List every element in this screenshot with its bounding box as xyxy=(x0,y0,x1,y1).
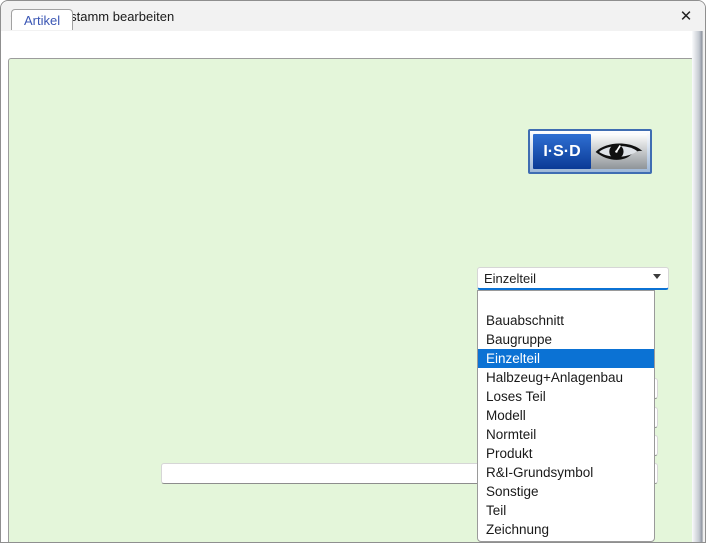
isd-eye-icon xyxy=(591,134,647,169)
dropdown-option[interactable]: Sonstige xyxy=(478,482,654,501)
teiletyp-combobox[interactable]: Einzelteil xyxy=(477,267,669,290)
isd-logo-text: I·S·D xyxy=(533,134,591,169)
dropdown-option[interactable]: Bauabschnitt xyxy=(478,311,654,330)
chevron-down-icon[interactable] xyxy=(653,274,661,279)
close-icon[interactable]: ✕ xyxy=(673,4,699,28)
teiletyp-value: Einzelteil xyxy=(484,271,536,286)
dialog-window: Artikelstamm bearbeiten ✕ Artikel Basisi… xyxy=(0,0,706,543)
dropdown-option[interactable]: Teil xyxy=(478,501,654,520)
teiletyp-dropdown-list: Bauabschnitt Baugruppe Einzelteil Halbze… xyxy=(477,290,655,542)
dropdown-option[interactable] xyxy=(478,291,654,311)
dropdown-option[interactable]: Loses Teil xyxy=(478,387,654,406)
tab-artikel[interactable]: Artikel xyxy=(11,9,73,30)
dropdown-option[interactable]: Zeichnung xyxy=(478,520,654,539)
dropdown-option[interactable]: Normteil xyxy=(478,425,654,444)
isd-logo: I·S·D xyxy=(528,129,652,174)
tab-strip xyxy=(1,31,706,58)
dropdown-option[interactable]: Halbzeug+Anlagenbau xyxy=(478,368,654,387)
window-edge-scroll-track[interactable] xyxy=(692,31,705,543)
dropdown-option[interactable]: R&I-Grundsymbol xyxy=(478,463,654,482)
title-bar: Artikelstamm bearbeiten ✕ xyxy=(1,1,706,31)
dropdown-option[interactable]: Produkt xyxy=(478,444,654,463)
dropdown-option-selected[interactable]: Einzelteil xyxy=(478,349,654,368)
dropdown-option[interactable]: Baugruppe xyxy=(478,330,654,349)
dropdown-option[interactable]: Modell xyxy=(478,406,654,425)
